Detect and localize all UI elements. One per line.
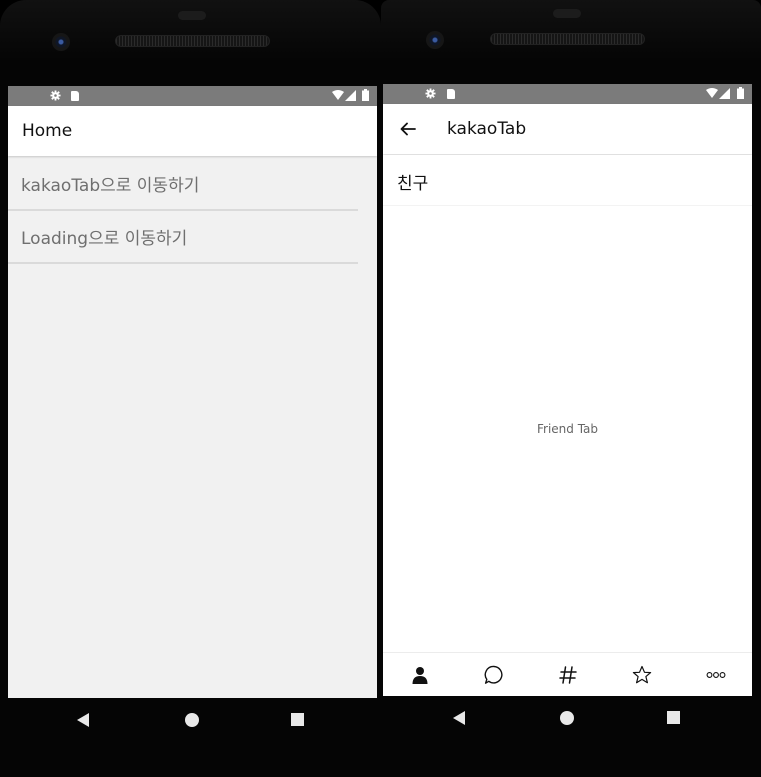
list-item-label: Loading으로 이동하기 [21,229,188,249]
system-nav-bar [0,698,381,777]
signal-icon [345,90,356,101]
system-nav-bar [381,696,761,776]
right-screen: kakaoTab 친구 Friend Tab [383,84,752,696]
back-arrow-icon[interactable] [400,122,416,136]
app-bar: kakaoTab [383,104,752,154]
tab-hashtag[interactable] [531,653,605,696]
front-camera-icon [52,33,70,51]
home-nav-icon[interactable] [185,713,199,727]
tab-chats[interactable] [457,653,531,696]
back-nav-icon[interactable] [453,711,465,725]
top-speaker [178,11,206,20]
tab-more[interactable] [679,653,752,696]
sd-card-icon [71,91,79,101]
top-speaker [553,9,581,18]
more-dots-icon [706,672,726,678]
wifi-icon [332,90,344,100]
status-bar [8,86,377,106]
app-bar: Home [8,106,377,156]
list-item-loading[interactable]: Loading으로 이동하기 [8,210,358,264]
bottom-tab-bar [383,652,752,696]
back-nav-icon[interactable] [77,713,89,727]
friend-tab-content-text: Friend Tab [536,422,599,436]
recents-nav-icon[interactable] [291,713,304,726]
battery-icon [737,87,744,99]
home-nav-icon[interactable] [560,711,574,725]
earpiece-grille [490,33,645,45]
tab-favorites[interactable] [605,653,679,696]
battery-icon [362,89,369,101]
page-title: kakaoTab [447,119,527,139]
section-header: 친구 [383,155,752,206]
wifi-icon [706,88,718,98]
left-screen: Home kakaoTab으로 이동하기 Loading으로 이동하기 [8,86,377,698]
hashtag-icon [559,666,577,684]
page-title: Home [22,121,73,141]
recents-nav-icon[interactable] [667,711,680,724]
right-phone-frame: kakaoTab 친구 Friend Tab [381,0,761,777]
settings-gear-icon [425,88,436,99]
earpiece-grille [115,35,270,47]
settings-gear-icon [50,90,61,101]
status-bar [383,84,752,104]
chat-bubble-icon [484,665,503,684]
front-camera-icon [426,31,444,49]
star-icon [632,665,652,684]
signal-icon [719,88,730,99]
tab-friends[interactable] [383,653,457,696]
section-title: 친구 [397,174,429,194]
sd-card-icon [447,89,455,99]
list-item-kakaotab[interactable]: kakaoTab으로 이동하기 [8,157,358,211]
left-phone-frame: Home kakaoTab으로 이동하기 Loading으로 이동하기 [0,0,381,777]
person-icon [412,667,428,684]
list-item-label: kakaoTab으로 이동하기 [21,176,200,196]
